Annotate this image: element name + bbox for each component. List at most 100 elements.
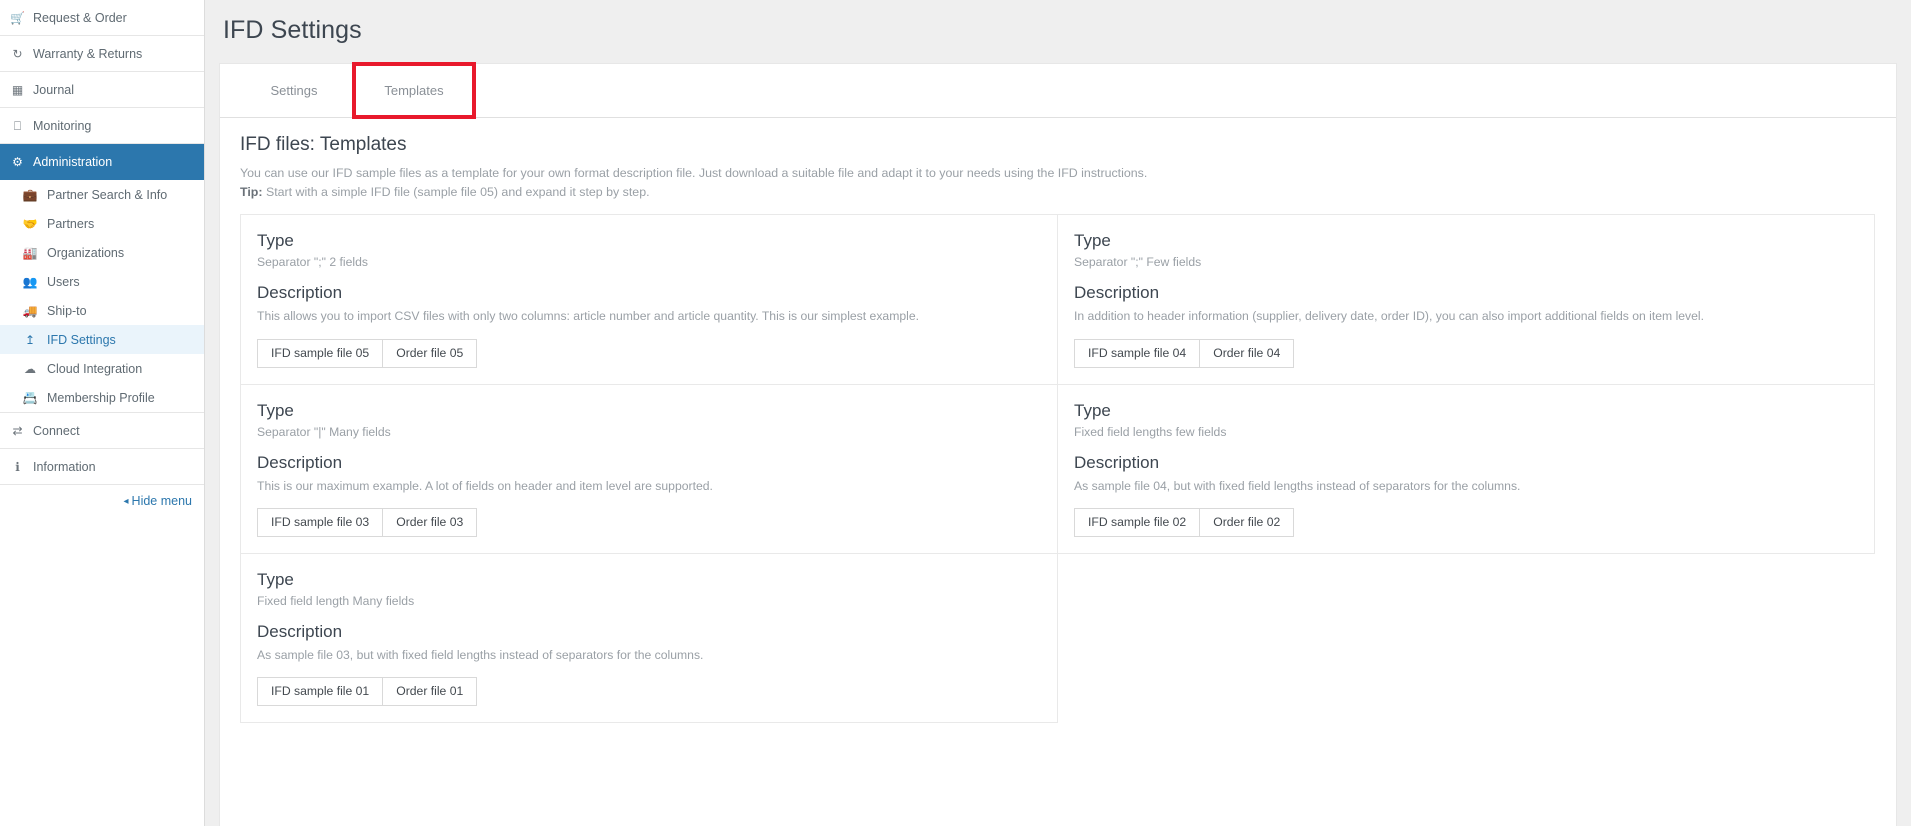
card-type-value: Separator "|" Many fields	[257, 424, 391, 439]
sidebar-item-request-order[interactable]: 🛒 Request & Order	[0, 0, 204, 36]
sidebar-item-label: Administration	[33, 154, 113, 169]
id-card-icon: 📇	[22, 390, 38, 405]
sidebar-item-label: Membership Profile	[47, 390, 155, 405]
sidebar-item-label: IFD Settings	[47, 332, 116, 347]
sidebar-item-users[interactable]: 👥 Users	[0, 267, 204, 296]
users-icon: 👥	[22, 274, 38, 289]
chevron-left-icon: ◂	[123, 495, 129, 507]
card-description-text: As sample file 04, but with fixed field …	[1074, 478, 1521, 493]
sidebar-item-monitoring[interactable]: ⎕ Monitoring	[0, 108, 204, 144]
upload-icon: ↥	[24, 332, 36, 347]
card-type-heading: Type	[257, 231, 294, 251]
sidebar-bottom-group: ⇄ Connect ℹ Information	[0, 413, 204, 485]
page-title: IFD Settings	[223, 16, 362, 44]
sidebar-item-label: Cloud Integration	[47, 361, 143, 376]
intro-text: You can use our IFD sample files as a te…	[240, 164, 1876, 202]
content-panel: Settings Templates IFD files: Templates Y…	[219, 62, 1897, 826]
card-button-row: IFD sample file 04 Order file 04	[1074, 338, 1858, 368]
card-type-value: Fixed field lengths few fields	[1074, 424, 1227, 439]
card-description-text: This allows you to import CSV files with…	[257, 309, 919, 324]
sidebar-item-warranty-returns[interactable]: ↻ Warranty & Returns	[0, 36, 204, 72]
sidebar-item-ifd-settings[interactable]: ↥ IFD Settings	[0, 325, 204, 354]
card-type-value: Separator ";" 2 fields	[257, 255, 368, 270]
sidebar-item-partners[interactable]: 🤝 Partners	[0, 209, 204, 238]
refresh-icon: ↻	[12, 46, 23, 61]
sidebar-item-label: Request & Order	[33, 10, 127, 25]
card-type-heading: Type	[257, 570, 294, 590]
card-description-heading: Description	[1074, 283, 1160, 303]
card-button-row: IFD sample file 01 Order file 01	[257, 677, 1041, 707]
hide-menu-button[interactable]: ◂ Hide menu	[0, 485, 204, 517]
sidebar-item-label: Partners	[47, 216, 95, 231]
hide-menu-label: Hide menu	[131, 494, 192, 508]
tab-settings[interactable]: Settings	[234, 64, 354, 117]
briefcase-icon: 💼	[22, 187, 38, 202]
templates-content: IFD files: Templates You can use our IFD…	[220, 118, 1896, 724]
truck-icon: 🚚	[22, 303, 38, 318]
download-button[interactable]: Order file 04	[1199, 338, 1295, 368]
cart-icon: 🛒	[10, 10, 25, 25]
sidebar-item-label: Warranty & Returns	[33, 46, 143, 61]
main-area: IFD Settings Settings Templates IFD files…	[205, 0, 1911, 826]
sidebar-item-label: Information	[33, 459, 96, 474]
card-description-text: In addition to header information (suppl…	[1074, 309, 1705, 324]
download-button[interactable]: Order file 03	[382, 508, 478, 538]
template-card: Type Separator ";" 2 fields Description Thi…	[240, 214, 1058, 385]
download-button[interactable]: IFD sample file 03	[257, 508, 384, 538]
card-button-row: IFD sample file 03 Order file 03	[257, 508, 1041, 538]
cloud-icon: ☁	[24, 361, 36, 376]
intro-tip-text: Start with a simple IFD file (sample fil…	[265, 185, 650, 200]
sidebar-item-label: Monitoring	[33, 118, 92, 133]
card-description-heading: Description	[257, 283, 343, 303]
template-card: Type Separator "|" Many fields Description…	[240, 383, 1058, 555]
sidebar-subnav: 💼 Partner Search & Info 🤝 Partners 🏭 Organiza…	[0, 180, 204, 412]
app-root: 🛒 Request & Order ↻ Warranty & Returns ▦ Jour…	[0, 0, 1911, 826]
download-button[interactable]: IFD sample file 05	[257, 338, 384, 368]
template-card: Type Fixed field lengths few fields Descri…	[1057, 383, 1875, 555]
section-title: IFD files: Templates	[240, 134, 407, 155]
sidebar-item-administration[interactable]: ⚙ Administration	[0, 144, 204, 180]
tab-templates[interactable]: Templates	[352, 62, 476, 119]
download-button[interactable]: IFD sample file 02	[1074, 508, 1201, 538]
sidebar-item-label: Journal	[33, 82, 74, 97]
sidebar-item-ship-to[interactable]: 🚚 Ship-to	[0, 296, 204, 325]
exchange-icon: ⇄	[12, 423, 23, 438]
tab-bar: Settings Templates	[220, 62, 1896, 119]
gear-icon: ⚙	[12, 154, 23, 169]
info-icon: ℹ	[15, 459, 20, 474]
sidebar-item-connect[interactable]: ⇄ Connect	[0, 413, 204, 449]
intro-line-1: You can use our IFD sample files as a te…	[240, 166, 1148, 180]
card-description-text: As sample file 03, but with fixed field …	[257, 648, 704, 663]
sidebar-item-journal[interactable]: ▦ Journal	[0, 72, 204, 108]
download-button[interactable]: Order file 05	[382, 338, 478, 368]
card-description-heading: Description	[257, 452, 343, 472]
sidebar-item-label: Partner Search & Info	[47, 187, 168, 202]
download-button[interactable]: Order file 02	[1199, 508, 1295, 538]
monitor-icon: ⎕	[13, 118, 22, 133]
sidebar-item-organizations[interactable]: 🏭 Organizations	[0, 238, 204, 267]
template-card-grid: Type Separator ";" 2 fields Description Thi…	[240, 214, 1876, 724]
card-type-value: Fixed field length Many fields	[257, 594, 415, 609]
download-button[interactable]: IFD sample file 04	[1074, 338, 1201, 368]
template-card: Type Fixed field length Many fields Descri…	[240, 553, 1058, 724]
download-button[interactable]: IFD sample file 01	[257, 677, 384, 707]
sidebar-item-label: Organizations	[47, 245, 125, 260]
template-card: Type Separator ";" Few fields Description I…	[1057, 214, 1875, 385]
sidebar-item-information[interactable]: ℹ Information	[0, 449, 204, 485]
sidebar: 🛒 Request & Order ↻ Warranty & Returns ▦ Jour…	[0, 0, 205, 826]
factory-icon: 🏭	[22, 245, 38, 260]
handshake-icon: 🤝	[22, 216, 38, 231]
download-button[interactable]: Order file 01	[382, 677, 478, 707]
card-button-row: IFD sample file 05 Order file 05	[257, 338, 1041, 368]
sidebar-item-partner-search-info[interactable]: 💼 Partner Search & Info	[0, 180, 204, 209]
table-icon: ▦	[11, 82, 24, 97]
sidebar-item-cloud-integration[interactable]: ☁ Cloud Integration	[0, 354, 204, 383]
sidebar-item-label: Ship-to	[47, 303, 87, 318]
card-type-heading: Type	[257, 400, 294, 420]
card-description-text: This is our maximum example. A lot of fi…	[257, 478, 713, 493]
card-type-heading: Type	[1074, 400, 1111, 420]
card-type-value: Separator ";" Few fields	[1074, 255, 1202, 270]
sidebar-item-membership-profile[interactable]: 📇 Membership Profile	[0, 383, 204, 412]
sidebar-item-label: Users	[47, 274, 80, 289]
sidebar-item-label: Connect	[33, 423, 80, 438]
